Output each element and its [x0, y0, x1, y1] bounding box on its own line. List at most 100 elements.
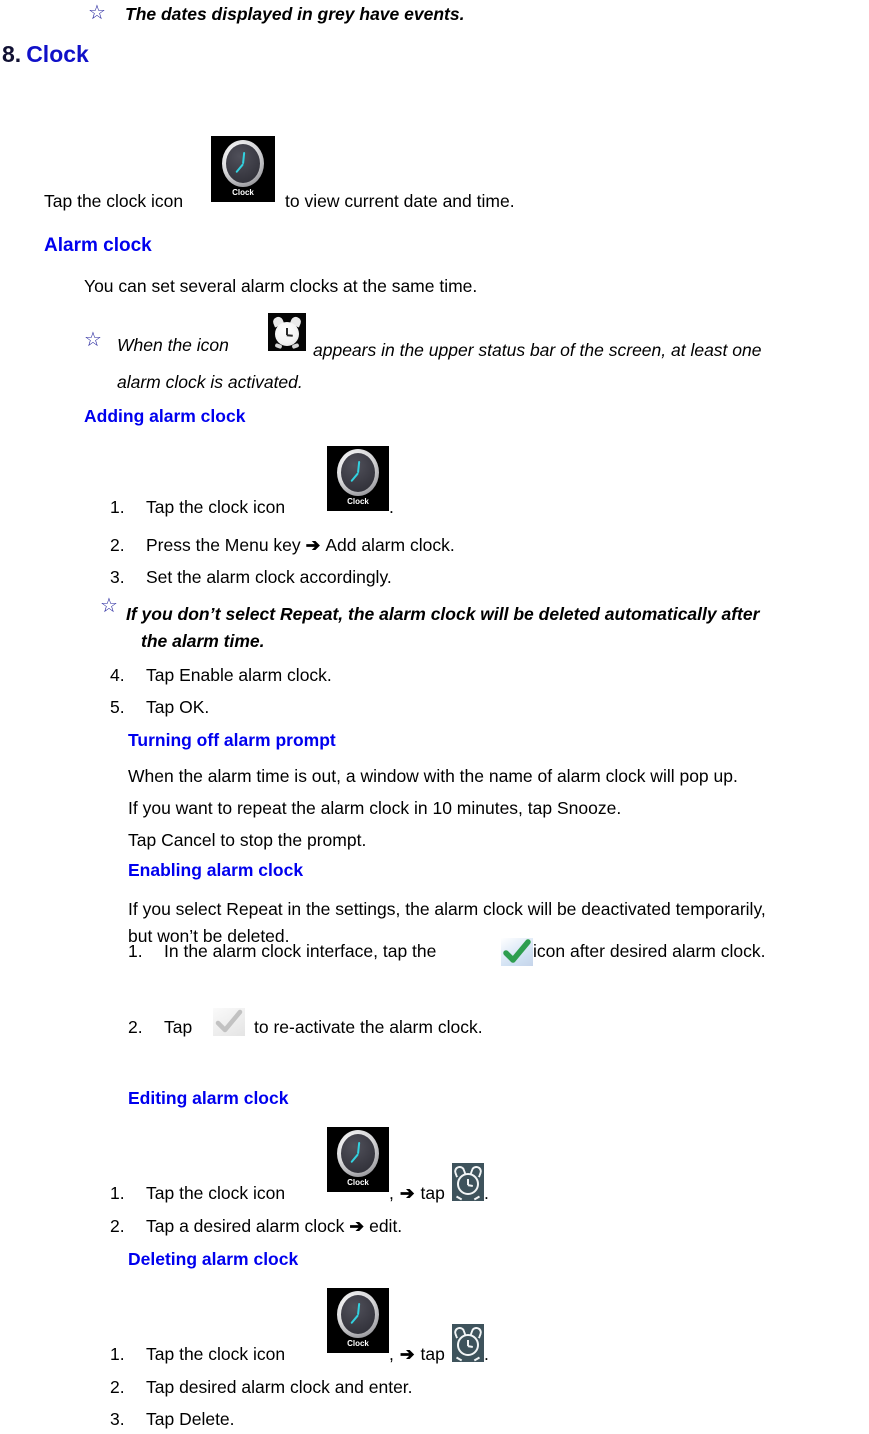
- list-item-number: 2.: [128, 1017, 143, 1037]
- list-item-text: Tap desired alarm clock and enter.: [146, 1377, 413, 1397]
- list-item: 4. Tap Enable alarm clock.: [110, 665, 332, 686]
- arrow-right-icon: ➔: [349, 1216, 365, 1236]
- section-heading-editing-alarm-clock: Editing alarm clock: [128, 1088, 289, 1108]
- star-bullet-icon: ☆: [84, 329, 102, 351]
- list-item-number: 1.: [110, 1183, 125, 1203]
- alarm-clock-tab-icon[interactable]: [452, 1324, 484, 1362]
- list-item-text: Tap the clock icon: [146, 497, 286, 517]
- alarm-clock-tab-icon[interactable]: [452, 1163, 484, 1201]
- alarm-note-part1: When the icon: [117, 335, 229, 355]
- list-item-number: 3.: [110, 567, 125, 587]
- section-heading-deleting-alarm-clock: Deleting alarm clock: [128, 1249, 299, 1269]
- list-item: 3. Tap Delete.: [110, 1409, 235, 1430]
- adding-note-part1: If you don’t select Repeat, the alarm cl…: [126, 598, 869, 630]
- arrow-right-icon: ➔: [399, 1183, 415, 1203]
- section-heading-turning-off-alarm-prompt: Turning off alarm prompt: [128, 730, 336, 750]
- list-item-number: 2.: [110, 1216, 125, 1236]
- list-item-trailing-period: .: [484, 1344, 489, 1364]
- list-item-text-b: Add alarm clock.: [325, 535, 455, 555]
- turning-off-line-3: Tap Cancel to stop the prompt.: [128, 830, 367, 850]
- alarm-note-part2: appears in the upper status bar of the s…: [313, 334, 869, 366]
- alarm-foot-right: [291, 342, 300, 350]
- list-item: 1. Tap the clock icon: [110, 497, 285, 518]
- checkmark-enabled-icon[interactable]: [501, 938, 533, 966]
- comma-separator: ,: [389, 1183, 394, 1203]
- clock-icon-caption: Clock: [232, 188, 254, 197]
- alarm-foot-left: [455, 1356, 463, 1362]
- list-item-text: Tap OK.: [146, 697, 210, 717]
- page-title: 8. Clock: [2, 41, 89, 68]
- list-item-text: Press the Menu key: [146, 535, 301, 555]
- list-item-text: Tap the clock icon: [146, 1183, 286, 1203]
- list-item-number: 2.: [110, 1377, 125, 1397]
- turning-off-line-2: If you want to repeat the alarm clock in…: [128, 798, 622, 818]
- list-item: 2. Press the Menu key ➔ Add alarm clock.: [110, 535, 455, 556]
- list-item-text: Tap Delete.: [146, 1409, 235, 1429]
- tap-label: tap: [420, 1183, 445, 1203]
- alarm-foot-right: [473, 1195, 481, 1201]
- list-item: 1. Tap the clock icon: [110, 1183, 285, 1204]
- document-page: ☆ The dates displayed in grey have event…: [0, 0, 869, 1434]
- list-item-text: Tap a desired alarm clock: [146, 1216, 345, 1236]
- arrow-right-icon: ➔: [399, 1344, 415, 1364]
- tap-label: tap: [420, 1344, 445, 1364]
- list-item-mid: , ➔ tap: [389, 1183, 445, 1204]
- alarm-foot-left: [455, 1195, 463, 1201]
- list-item-number: 3.: [110, 1409, 125, 1429]
- list-item-mid: , ➔ tap: [389, 1344, 445, 1365]
- checkmark-glyph: [215, 1009, 243, 1033]
- clock-icon-caption: Clock: [347, 1339, 369, 1348]
- checkmark-disabled-icon[interactable]: [213, 1008, 245, 1036]
- list-item-trailing-period: .: [484, 1183, 489, 1203]
- clock-icon-caption: Clock: [347, 1178, 369, 1187]
- list-item-text: Set the alarm clock accordingly.: [146, 567, 392, 587]
- list-item: 2. Tap a desired alarm clock ➔ edit.: [110, 1216, 402, 1237]
- enabling-paragraph-line-1-text: If you select Repeat in the settings, th…: [128, 899, 766, 919]
- adding-note-part2: the alarm time.: [141, 631, 265, 651]
- chapter-number: 8.: [2, 41, 22, 67]
- list-item-text: In the alarm clock interface, tap the: [164, 941, 437, 961]
- checkmark-glyph: [503, 939, 531, 963]
- list-item: 1. Tap the clock icon: [110, 1344, 285, 1365]
- list-item: 3. Set the alarm clock accordingly.: [110, 567, 392, 588]
- list-item: 2. Tap: [128, 1017, 192, 1038]
- list-item: 5. Tap OK.: [110, 697, 209, 718]
- alarm-status-bar-icon: [268, 313, 306, 351]
- star-bullet-icon: ☆: [100, 595, 118, 617]
- list-item-trailing-period: .: [389, 497, 394, 517]
- list-item-text: Tap: [164, 1017, 193, 1037]
- list-item-after-icon: to re-activate the alarm clock.: [254, 1017, 483, 1037]
- list-item-number: 5.: [110, 697, 125, 717]
- intro-before-icon: Tap the clock icon: [44, 191, 184, 211]
- clock-app-icon[interactable]: Clock: [327, 1127, 389, 1192]
- comma-separator: ,: [389, 1344, 394, 1364]
- enabling-paragraph-line-1: If you select Repeat in the settings, th…: [128, 893, 869, 925]
- list-item-number: 4.: [110, 665, 125, 685]
- adding-note-part1-text: If you don’t select Repeat, the alarm cl…: [126, 604, 760, 624]
- alarm-note-part2-text: appears in the upper status bar of the s…: [313, 340, 762, 360]
- star-bullet-icon: ☆: [88, 2, 106, 24]
- list-item-text: Tap Enable alarm clock.: [146, 665, 332, 685]
- section-heading-alarm-clock: Alarm clock: [44, 235, 152, 256]
- alarm-clock-intro-line: You can set several alarm clocks at the …: [84, 276, 478, 296]
- list-item: 2. Tap desired alarm clock and enter.: [110, 1377, 413, 1398]
- list-item-number: 2.: [110, 535, 125, 555]
- clock-app-icon[interactable]: Clock: [327, 446, 389, 511]
- alarm-note-part3: alarm clock is activated.: [117, 372, 303, 392]
- section-heading-adding-alarm-clock: Adding alarm clock: [84, 406, 246, 426]
- list-item-number: 1.: [110, 497, 125, 517]
- turning-off-line-1: When the alarm time is out, a window wit…: [128, 766, 738, 786]
- clock-app-icon[interactable]: Clock: [211, 136, 275, 202]
- clock-app-icon[interactable]: Clock: [327, 1288, 389, 1353]
- section-heading-enabling-alarm-clock: Enabling alarm clock: [128, 860, 304, 880]
- list-item-after-icon: icon after desired alarm clock.: [533, 941, 766, 961]
- list-item: 1. In the alarm clock interface, tap the: [128, 941, 436, 962]
- intro-after-icon: to view current date and time.: [285, 191, 515, 211]
- list-item-text-b: edit.: [369, 1216, 403, 1236]
- list-item-text: Tap the clock icon: [146, 1344, 286, 1364]
- alarm-foot-right: [473, 1356, 481, 1362]
- top-note-text: The dates displayed in grey have events.: [125, 4, 465, 24]
- clock-icon-caption: Clock: [347, 497, 369, 506]
- chapter-title-text: Clock: [26, 41, 89, 67]
- list-item-number: 1.: [128, 941, 143, 961]
